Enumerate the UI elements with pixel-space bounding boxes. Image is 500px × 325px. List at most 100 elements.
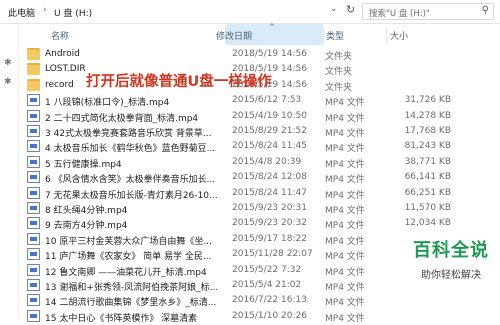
watermark-title: 百科全说 bbox=[413, 240, 489, 261]
file-name[interactable]: 6 《风含情水含笑》太极拳伴奏音乐加长... bbox=[45, 172, 221, 185]
video-file-icon bbox=[27, 248, 40, 261]
sort-indicator-icon: ^ bbox=[269, 23, 275, 31]
video-file-icon bbox=[27, 202, 40, 214]
instruction-caption: 打开后就像普通U盘一样操作 bbox=[86, 74, 272, 90]
file-type: MP4 文件 bbox=[325, 129, 365, 139]
file-name[interactable]: 14 二胡流行歌曲集锦《梦里水乡》_标清... bbox=[45, 295, 221, 308]
file-type: MP4 文件 bbox=[325, 144, 365, 155]
video-file-icon bbox=[27, 294, 40, 307]
file-date: 2015/8/24 12:08 bbox=[232, 172, 307, 183]
file-type: MP4 文件 bbox=[325, 98, 365, 109]
file-date: 2015/9/23 20:32 bbox=[232, 218, 307, 229]
file-name[interactable]: 11 庐广场舞《农家女》 简单 易学 全民... bbox=[45, 249, 221, 262]
video-file-icon bbox=[27, 232, 40, 245]
file-name[interactable]: 7 无花果太极音乐加长版-青灯素月26-10... bbox=[45, 188, 221, 201]
file-name[interactable]: 5 五行健康操.mp4 bbox=[45, 157, 221, 170]
video-file-icon bbox=[27, 109, 40, 122]
file-name[interactable]: Android bbox=[45, 49, 221, 59]
folder-icon bbox=[27, 63, 40, 76]
video-file-icon bbox=[27, 171, 40, 184]
file-date: 2015/5/4 21:02 bbox=[232, 280, 302, 290]
folder-icon bbox=[27, 78, 40, 91]
file-type: MP4 文件 bbox=[325, 113, 365, 124]
file-date: 2015/5/22 7:32 bbox=[232, 264, 302, 275]
search-icon[interactable]: ⚲ bbox=[482, 5, 489, 16]
breadcrumb-separator-icon[interactable]: › bbox=[43, 5, 47, 15]
file-type: MP4 文件 bbox=[325, 298, 365, 309]
file-size: 14,278 KB bbox=[404, 110, 451, 121]
file-type: MP4 文件 bbox=[325, 313, 365, 324]
search-input[interactable]: 搜索"U 盘 (H:)" ⚲ bbox=[362, 3, 494, 20]
pin-icon[interactable]: ✱ bbox=[4, 58, 12, 68]
video-file-icon bbox=[27, 155, 40, 168]
file-name[interactable]: 12 鲁文南卿 ——油菜花儿开_标清.mp4 bbox=[45, 265, 221, 278]
file-name[interactable]: 13 谢福和+张秀领-凤流阿伯挽茶阿娘_标... bbox=[45, 280, 221, 293]
file-type: MP4 文件 bbox=[325, 236, 365, 247]
file-name[interactable]: 10 原平三村金芙蓉大众广场自由舞《坐... bbox=[45, 234, 221, 247]
video-file-icon bbox=[27, 309, 40, 322]
file-type: MP4 文件 bbox=[325, 252, 365, 263]
file-type: MP4 文件 bbox=[325, 221, 365, 232]
address-dropdown-icon[interactable]: ⌄ bbox=[330, 4, 338, 14]
file-size: 81,243 KB bbox=[404, 141, 451, 152]
file-type: 文件夹 bbox=[325, 82, 353, 93]
column-name[interactable]: 名称 bbox=[51, 29, 69, 42]
file-date: 2015/11/28 22:07 bbox=[232, 249, 313, 260]
file-name[interactable]: 15 太中日心《书阵英模作》 深墓清素 bbox=[45, 311, 221, 324]
file-date: 2018/5/19 14:56 bbox=[232, 49, 307, 59]
file-name[interactable]: 8 红头绳4分钟.mp4 bbox=[45, 203, 221, 216]
file-name[interactable]: 1 八段锦(标准口令)_标清.mp4 bbox=[45, 95, 221, 108]
file-date: 2015/6/12 7:53 bbox=[232, 95, 302, 106]
address-bar[interactable]: 此电脑 › U 盘 (H:) ⌄ ↻ 搜索"U 盘 (H:)" ⚲ bbox=[0, 0, 500, 24]
watermark-subtitle: 助你轻松解决 bbox=[421, 270, 481, 281]
column-type[interactable]: 类型 bbox=[326, 29, 344, 42]
file-date: 2016/7/22 16:13 bbox=[232, 295, 307, 306]
file-size: 11,570 KB bbox=[404, 203, 451, 213]
refresh-icon[interactable]: ↻ bbox=[346, 3, 355, 16]
video-file-icon bbox=[27, 279, 40, 291]
video-file-icon bbox=[27, 94, 40, 107]
file-type: MP4 文件 bbox=[325, 190, 365, 201]
file-type: MP4 文件 bbox=[325, 283, 365, 293]
watermark: 百科全说 助你轻松解决 bbox=[402, 236, 500, 281]
file-name[interactable]: 4 太极音乐加长《鹤华秋色》蓝色野菊豆... bbox=[45, 141, 221, 154]
column-header: ^ 名称 修改日期 类型 大小 bbox=[19, 23, 500, 45]
file-date: 2015/4/8 20:39 bbox=[232, 156, 302, 167]
file-size: 66,141 KB bbox=[404, 172, 451, 183]
pin-icon[interactable]: ✱ bbox=[4, 77, 12, 87]
file-date: 2015/8/29 21:52 bbox=[232, 126, 307, 136]
column-divider[interactable] bbox=[386, 27, 387, 43]
folder-icon bbox=[27, 48, 40, 60]
file-type: MP4 文件 bbox=[325, 159, 365, 170]
file-date: 2015/9/17 18:22 bbox=[232, 233, 307, 244]
file-size: 66,251 KB bbox=[404, 187, 451, 198]
column-size[interactable]: 大小 bbox=[390, 29, 408, 42]
column-date-label[interactable]: 修改日期 bbox=[216, 29, 252, 42]
video-file-icon bbox=[27, 140, 40, 153]
video-file-icon bbox=[27, 263, 40, 276]
column-divider[interactable] bbox=[323, 27, 324, 43]
file-date: 2015/4/19 10:50 bbox=[232, 110, 307, 121]
search-placeholder: 搜索"U 盘 (H:)" bbox=[369, 9, 430, 19]
navigation-pane: ✱ ✱ bbox=[0, 24, 19, 318]
file-size: 12,034 KB bbox=[404, 218, 451, 229]
file-size: 17,768 KB bbox=[404, 126, 451, 136]
video-file-icon bbox=[27, 217, 40, 230]
file-date: 2015/8/24 11:47 bbox=[232, 187, 307, 198]
file-type: MP4 文件 bbox=[325, 206, 365, 216]
file-type: MP4 文件 bbox=[325, 267, 365, 278]
file-name[interactable]: 3 42式太极拳竞赛套路音乐欣赏 背景草... bbox=[45, 126, 221, 139]
video-file-icon bbox=[27, 186, 40, 199]
file-name[interactable]: 2 二十四式简化太极拳背面_标清.mp4 bbox=[45, 111, 221, 124]
file-type: 文件夹 bbox=[325, 67, 353, 78]
file-date: 2015/9/23 20:31 bbox=[232, 203, 307, 213]
breadcrumb-this-pc[interactable]: 此电脑 bbox=[8, 6, 35, 19]
file-size: 38,771 KB bbox=[404, 156, 451, 167]
file-name[interactable]: 9 去南方4分钟.mp4 bbox=[45, 218, 221, 231]
file-row[interactable]: 15 太中日心《书阵英模作》 深墓清素 2015/1/10 20:26 MP4 文件 bbox=[19, 308, 500, 325]
file-date: 2015/1/10 20:26 bbox=[232, 310, 307, 321]
breadcrumb-usb-drive[interactable]: U 盘 (H:) bbox=[54, 6, 92, 19]
file-type: 文件夹 bbox=[325, 52, 353, 62]
file-type: MP4 文件 bbox=[325, 175, 365, 186]
file-size: 31,726 KB bbox=[404, 95, 451, 106]
